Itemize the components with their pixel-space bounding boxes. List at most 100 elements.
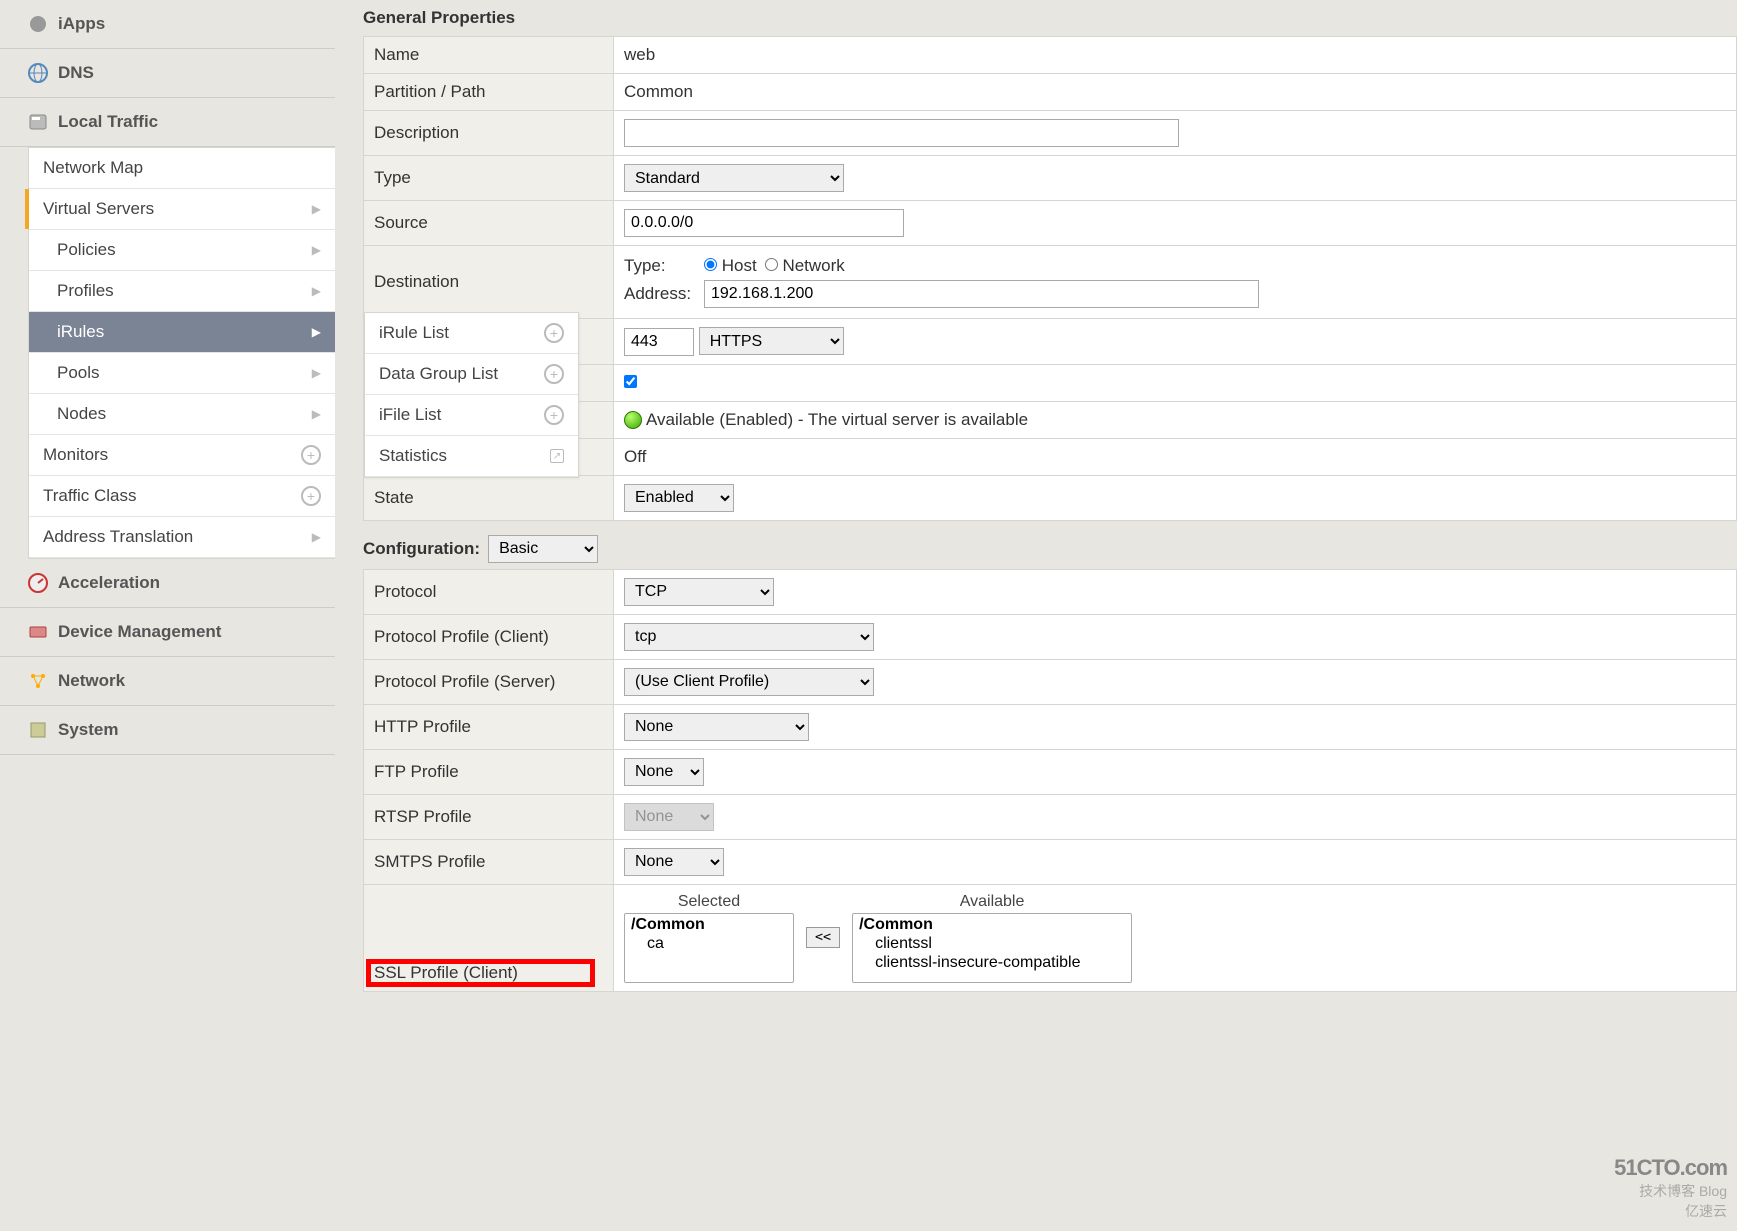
watermark-logo: 51CTO.com	[1614, 1155, 1727, 1181]
smtps-profile-select[interactable]: None	[624, 848, 724, 876]
subnav-address-translation-label: Address Translation	[43, 527, 193, 547]
subnav-nodes[interactable]: Nodes ▶	[29, 394, 335, 435]
row-description: Description	[364, 111, 1737, 156]
subnav-pools-label: Pools	[57, 363, 100, 383]
state-select[interactable]: Enabled	[624, 484, 734, 512]
row-protocol: ProtocolTCP	[364, 569, 1737, 614]
chevron-right-icon: ▶	[312, 243, 321, 257]
nav-device-mgmt-label: Device Management	[58, 622, 221, 642]
type-select[interactable]: Standard	[624, 164, 844, 192]
label-destination: Destination	[364, 246, 614, 319]
subnav-traffic-class-label: Traffic Class	[43, 486, 137, 506]
ssl-available-list[interactable]: /Common clientssl clientssl-insecure-com…	[852, 913, 1132, 983]
label-pprof-client: Protocol Profile (Client)	[364, 614, 614, 659]
dns-icon	[28, 63, 48, 83]
pprof-server-select[interactable]: (Use Client Profile)	[624, 668, 874, 696]
nav-iapps-label: iApps	[58, 14, 105, 34]
system-icon	[28, 720, 48, 740]
chevron-right-icon: ▶	[312, 530, 321, 544]
label-ftp: FTP Profile	[364, 749, 614, 794]
row-pprof-server: Protocol Profile (Server) (Use Client Pro…	[364, 659, 1737, 704]
flyout-data-group-list-label: Data Group List	[379, 364, 498, 384]
acceleration-icon	[28, 573, 48, 593]
chevron-right-icon: ▶	[312, 407, 321, 421]
watermark: 51CTO.com 技术博客 Blog 亿速云	[1614, 1155, 1727, 1221]
flyout-irule-list-label: iRule List	[379, 323, 449, 343]
available-col-title: Available	[852, 893, 1132, 913]
ftp-profile-select[interactable]: None	[624, 758, 704, 786]
iapps-icon	[28, 14, 48, 34]
label-partition: Partition / Path	[364, 74, 614, 111]
label-http: HTTP Profile	[364, 704, 614, 749]
flyout-data-group-list[interactable]: Data Group List +	[365, 354, 578, 395]
row-destination: Destination Type: Host Network Address:	[364, 246, 1737, 319]
config-mode-select[interactable]: Basic	[488, 535, 598, 563]
ssl-selected-list[interactable]: /Common ca	[624, 913, 794, 983]
description-input[interactable]	[624, 119, 1179, 147]
move-left-button[interactable]: <<	[806, 927, 840, 948]
dest-address-input[interactable]	[704, 280, 1259, 308]
dest-type-host[interactable]: Host	[704, 256, 757, 276]
row-state: StateEnabled	[364, 475, 1737, 520]
subnav-policies-label: Policies	[57, 240, 116, 260]
label-type: Type	[364, 156, 614, 201]
plus-icon[interactable]: +	[544, 405, 564, 425]
chevron-right-icon: ▶	[312, 202, 321, 216]
http-profile-select[interactable]: None	[624, 713, 809, 741]
subnav-pools[interactable]: Pools▶	[29, 353, 335, 394]
dest-type-network-radio[interactable]	[765, 258, 778, 271]
subnav-profiles[interactable]: Profiles▶	[29, 271, 335, 312]
value-name: web	[614, 37, 1737, 74]
subnav-monitors[interactable]: Monitors +	[29, 435, 335, 476]
protocol-select[interactable]: TCP	[624, 578, 774, 606]
subnav-address-translation[interactable]: Address Translation ▶	[29, 517, 335, 558]
unnamed-checkbox[interactable]	[624, 375, 637, 388]
pprof-client-select[interactable]: tcp	[624, 623, 874, 651]
nav-dns[interactable]: DNS	[0, 49, 335, 98]
row-type: Type Standard	[364, 156, 1737, 201]
chevron-right-icon: ▶	[312, 325, 321, 339]
flyout-statistics-label: Statistics	[379, 446, 447, 466]
flyout-ifile-list[interactable]: iFile List+	[365, 395, 578, 436]
subnav-policies[interactable]: Policies ▶	[29, 230, 335, 271]
nav-system[interactable]: System	[0, 706, 335, 755]
subnav-monitors-label: Monitors	[43, 445, 108, 465]
label-description: Description	[364, 111, 614, 156]
service-port-input[interactable]	[624, 328, 694, 356]
nav-iapps[interactable]: iApps	[0, 0, 335, 49]
dest-type-network[interactable]: Network	[765, 256, 845, 276]
row-rtsp: RTSP ProfileNone	[364, 794, 1737, 839]
label-smtps: SMTPS Profile	[364, 839, 614, 884]
subnav-nodes-label: Nodes	[57, 404, 106, 424]
local-traffic-subnav: Network Map Virtual Servers▶ Policies ▶ P…	[28, 147, 335, 559]
dest-type-host-radio[interactable]	[704, 258, 717, 271]
plus-icon[interactable]: +	[544, 323, 564, 343]
nav-device-management[interactable]: Device Management	[0, 608, 335, 657]
subnav-network-map[interactable]: Network Map	[29, 148, 335, 189]
nav-dns-label: DNS	[58, 63, 94, 83]
flyout-statistics[interactable]: Statistics↗	[365, 436, 578, 477]
plus-icon[interactable]: +	[544, 364, 564, 384]
subnav-irules[interactable]: iRules▶	[29, 312, 335, 353]
nav-local-traffic[interactable]: Local Traffic	[0, 98, 335, 147]
subnav-virtual-servers[interactable]: Virtual Servers▶	[29, 189, 335, 230]
label-source: Source	[364, 201, 614, 246]
plus-icon[interactable]: +	[301, 486, 321, 506]
nav-network[interactable]: Network	[0, 657, 335, 706]
off-text: Off	[614, 438, 1737, 475]
nav-acceleration[interactable]: Acceleration	[0, 559, 335, 608]
row-name: Nameweb	[364, 37, 1737, 74]
plus-icon[interactable]: +	[301, 445, 321, 465]
row-smtps: SMTPS Profile None	[364, 839, 1737, 884]
source-input[interactable]	[624, 209, 904, 237]
label-name: Name	[364, 37, 614, 74]
label-pprof-server: Protocol Profile (Server)	[364, 659, 614, 704]
watermark-sub2: 亿速云	[1614, 1201, 1727, 1221]
status-text: Available (Enabled) - The virtual server…	[646, 410, 1028, 429]
nav-system-label: System	[58, 720, 118, 740]
device-mgmt-icon	[28, 622, 48, 642]
subnav-traffic-class[interactable]: Traffic Class +	[29, 476, 335, 517]
flyout-irule-list[interactable]: iRule List +	[365, 313, 578, 354]
service-proto-select[interactable]: HTTPS	[699, 327, 844, 355]
irules-flyout: iRule List + Data Group List + iFile List+…	[364, 312, 579, 478]
